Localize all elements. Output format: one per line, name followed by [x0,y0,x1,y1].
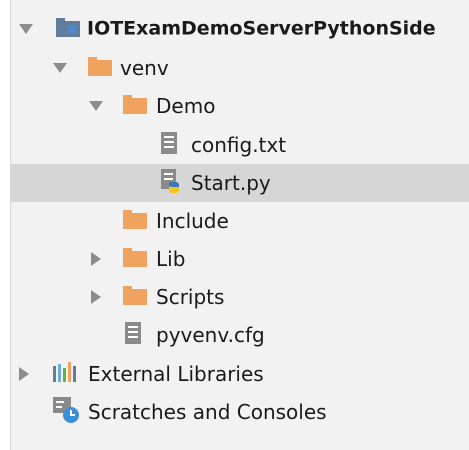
python-file-icon [161,169,183,197]
tree-row-lib[interactable]: Lib [11,240,469,278]
libraries-icon [53,362,77,386]
expand-arrow-icon[interactable] [91,252,101,266]
expand-arrow-icon[interactable] [19,367,29,381]
tree-item-label: Demo [156,94,216,118]
text-file-icon [125,322,141,348]
tree-row-config[interactable]: config.txt [11,126,469,164]
tree-row-venv[interactable]: venv [11,49,469,87]
text-file-icon [161,132,177,158]
tree-item-label: Lib [156,247,186,271]
folder-icon [88,56,112,80]
folder-icon [123,247,147,271]
tree-item-label: venv [120,56,169,80]
tree-row-external-libraries[interactable]: External Libraries [11,355,469,393]
tree-row-start[interactable]: Start.py [11,164,469,202]
expand-arrow-icon[interactable] [91,290,101,304]
scratches-icon [53,397,79,427]
module-folder-icon [56,17,80,41]
collapse-arrow-icon[interactable] [89,101,103,111]
tree-row-include[interactable]: Include [11,202,469,240]
folder-icon [123,94,147,118]
tree-item-label: External Libraries [88,362,264,386]
collapse-arrow-icon[interactable] [19,24,33,34]
tree-item-label: Start.py [191,171,271,195]
tree-item-label: config.txt [191,133,287,157]
folder-icon [123,285,147,309]
collapse-arrow-icon[interactable] [53,63,67,73]
tree-row-demo[interactable]: Demo [11,87,469,125]
tree-item-label: Scripts [156,285,225,309]
tree-item-label: Include [156,209,229,233]
tree-row-pyvenv[interactable]: pyvenv.cfg [11,316,469,354]
tree-item-label: pyvenv.cfg [156,323,265,347]
tree-item-label: Scratches and Consoles [88,400,327,424]
tree-row-scratches[interactable]: Scratches and Consoles [11,393,469,431]
tree-item-label: IOTExamDemoServerPythonSide [87,17,436,40]
tree-row-root[interactable]: IOTExamDemoServerPythonSide [11,10,469,48]
folder-icon [123,209,147,233]
tree-row-scripts[interactable]: Scripts [11,278,469,316]
project-tree-panel: IOTExamDemoServerPythonSide venv Demo co… [10,0,469,450]
